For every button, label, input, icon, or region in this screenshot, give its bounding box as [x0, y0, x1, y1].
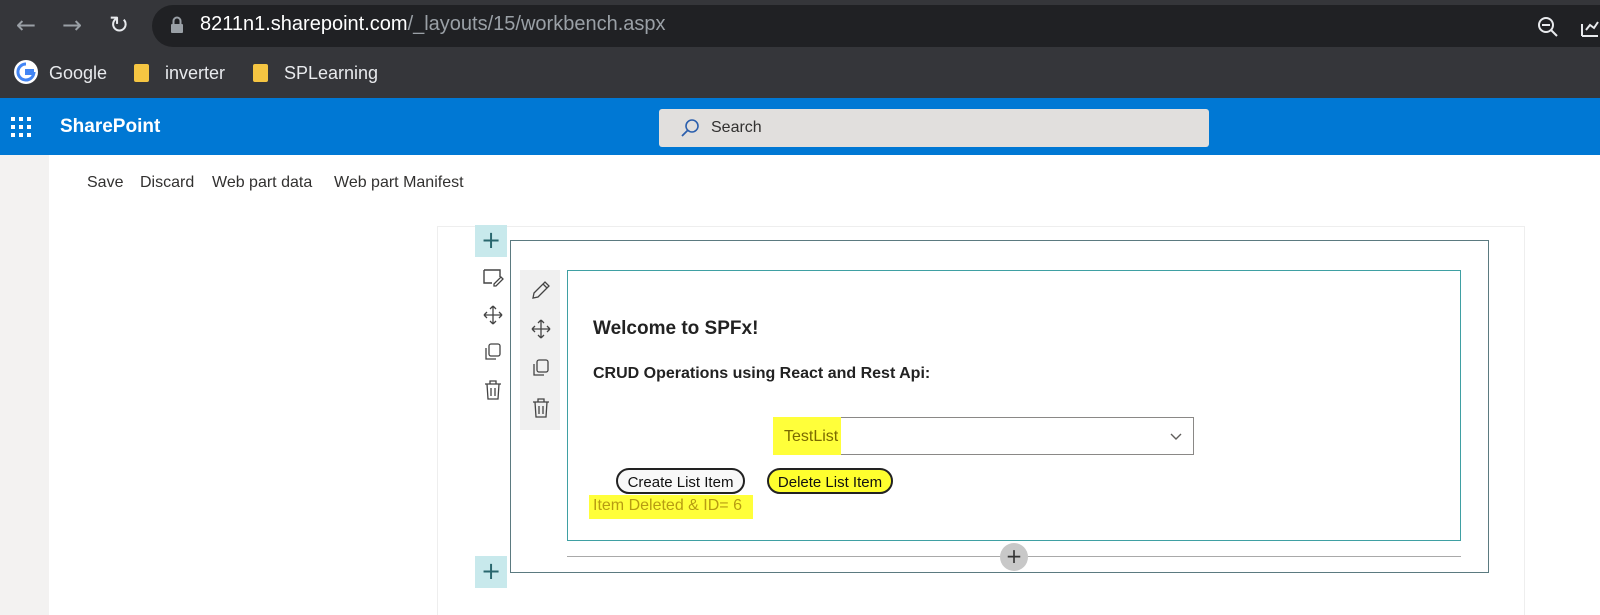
web-part-manifest-button[interactable]: Web part Manifest [334, 174, 464, 192]
url-path: /_layouts/15/workbench.aspx [407, 13, 666, 35]
status-message: Item Deleted & ID= 6 [593, 497, 742, 514]
search-icon [681, 119, 699, 137]
search-placeholder: Search [711, 119, 762, 136]
app-launcher-icon[interactable] [11, 117, 31, 137]
chevron-down-icon[interactable] [1168, 428, 1184, 444]
save-button[interactable]: Save [87, 174, 123, 192]
discard-button[interactable]: Discard [140, 174, 194, 192]
duplicate-section-icon[interactable] [483, 342, 503, 362]
bookmarks-bar [0, 51, 1600, 99]
google-icon [14, 60, 38, 84]
web-part-data-button[interactable]: Web part data [212, 174, 312, 192]
dropdown-selected-value: TestList [784, 428, 839, 445]
sharepoint-brand[interactable]: SharePoint [60, 116, 160, 138]
add-section-top-icon[interactable]: + [475, 225, 507, 257]
folder-icon [134, 64, 149, 82]
install-app-icon[interactable] [1580, 16, 1600, 38]
bookmark-inverter[interactable]: inverter [165, 60, 225, 86]
move-webpart-icon[interactable] [530, 318, 552, 340]
add-section-bottom-icon[interactable]: + [475, 556, 507, 588]
create-list-item-button[interactable]: Create List Item [616, 468, 745, 494]
zoom-icon[interactable] [1537, 16, 1559, 38]
welcome-heading: Welcome to SPFx! [593, 318, 759, 339]
bookmark-google[interactable]: Google [49, 60, 107, 86]
add-webpart-icon[interactable]: + [1000, 543, 1028, 571]
reload-icon[interactable]: ↻ [103, 10, 135, 42]
delete-webpart-icon[interactable] [532, 397, 550, 419]
crud-title: CRUD Operations using React and Rest Api… [593, 365, 931, 382]
url-host: 8211n1.sharepoint.com [200, 13, 408, 35]
forward-icon[interactable]: → [56, 10, 88, 42]
edit-section-icon[interactable] [482, 267, 504, 287]
back-icon[interactable]: ← [10, 10, 42, 42]
delete-list-item-button[interactable]: Delete List Item [767, 468, 893, 494]
duplicate-webpart-icon[interactable] [531, 358, 551, 378]
lock-icon [171, 16, 183, 33]
folder-icon [253, 64, 268, 82]
bookmark-splearning[interactable]: SPLearning [284, 60, 378, 86]
delete-section-icon[interactable] [484, 379, 502, 401]
left-rail [0, 155, 49, 615]
move-section-icon[interactable] [482, 304, 504, 326]
edit-webpart-icon[interactable] [530, 279, 552, 301]
url-text[interactable]: 8211n1.sharepoint.com/_layouts/15/workbe… [200, 13, 666, 36]
